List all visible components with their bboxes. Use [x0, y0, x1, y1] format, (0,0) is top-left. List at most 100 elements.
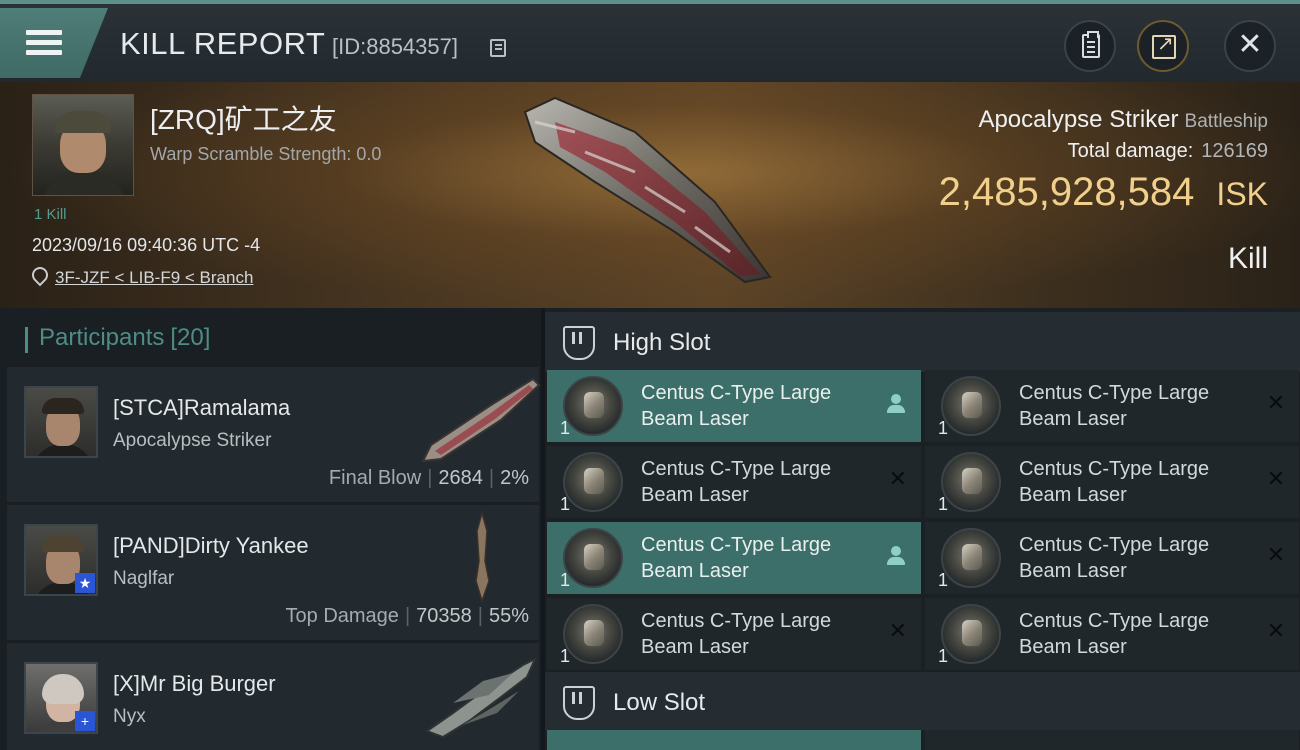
x-icon: ✕ — [1266, 542, 1285, 567]
victim-ship-name: Apocalypse Striker — [978, 106, 1179, 133]
x-icon: ✕ — [1266, 618, 1285, 643]
module-name: Centus C-Type Large Beam Laser — [641, 382, 832, 430]
warp-scramble-strength: Warp Scramble Strength: 0.0 — [150, 144, 382, 164]
participant-row[interactable]: + [X]Mr Big Burger Nyx — [7, 643, 539, 750]
victim-ship[interactable]: Apocalypse Striker Battleship — [978, 106, 1268, 134]
beam-laser-icon — [941, 528, 1001, 588]
participant-damage: 2684 — [438, 467, 483, 489]
victim-name[interactable]: [ZRQ]矿工之友 — [150, 98, 337, 138]
participant-percent: 2% — [500, 467, 529, 489]
clipboard-icon — [1082, 31, 1100, 58]
module-item[interactable]: 1 Centus C-Type Large Beam Laser ✕ — [925, 522, 1299, 594]
low-slot-label: Low Slot — [613, 689, 706, 716]
top-bar: KILL REPORT [ID:8854357] ✕ — [0, 0, 1300, 82]
high-slot-header: High Slot — [545, 312, 1300, 372]
result-label: Kill — [1227, 242, 1268, 275]
participants-panel: Participants [20] [STCA]Ramalama Apocalyp… — [0, 308, 541, 750]
victim-ship-render — [523, 96, 772, 284]
person-icon — [887, 394, 905, 414]
module-item[interactable]: 1 Centus C-Type Large Beam Laser ✕ — [925, 598, 1299, 670]
menu-button[interactable] — [0, 8, 108, 78]
close-button[interactable]: ✕ — [1224, 20, 1276, 72]
avatar: + — [24, 662, 98, 734]
module-item[interactable]: 1 Centus C-Type Large Beam Laser ✕ — [547, 598, 921, 670]
participants-label: Participants — [39, 324, 165, 351]
module-name: Centus C-Type Large Beam Laser — [641, 610, 832, 658]
module-name: Centus C-Type Large Beam Laser — [1019, 534, 1210, 582]
participant-stats: Final Blow | 2684 | 2% — [328, 467, 529, 489]
beam-laser-icon — [941, 376, 1001, 436]
beam-laser-icon — [563, 528, 623, 588]
module-name: Centus C-Type Large Beam Laser — [1019, 382, 1210, 430]
total-damage: Total damage: 126169 — [1068, 140, 1268, 163]
kill-timestamp: 2023/09/16 09:40:36 UTC -4 — [32, 235, 261, 255]
module-item[interactable]: 1 Centus C-Type Large Beam Laser ✕ — [925, 370, 1299, 442]
participant-ship: Nyx — [113, 706, 146, 727]
clipboard-button[interactable] — [1064, 20, 1116, 72]
beam-laser-icon — [941, 452, 1001, 512]
module-quantity: 1 — [938, 570, 949, 590]
participant-stats: Top Damage | 70358 | 55% — [285, 605, 529, 627]
participant-ship-render — [421, 377, 541, 463]
isk-unit: ISK — [1216, 176, 1268, 212]
victim-ship-class: Battleship — [1184, 111, 1268, 132]
module-item[interactable]: 1 Centus C-Type Large Beam Laser ✕ — [547, 446, 921, 518]
participant-role: Final Blow — [328, 467, 422, 489]
module-quantity: 1 — [560, 494, 571, 514]
module-item-partial[interactable] — [547, 730, 921, 750]
victim-banner: [ZRQ]矿工之友 Warp Scramble Strength: 0.0 1 … — [0, 82, 1300, 308]
total-damage-label: Total damage: — [1067, 140, 1194, 162]
x-icon: ✕ — [888, 618, 907, 643]
total-damage-value: 126169 — [1201, 140, 1268, 162]
participant-ship-render — [424, 656, 538, 739]
location-link[interactable]: 3F-JZF < LIB-F9 < Branch — [55, 268, 253, 288]
participant-name: [STCA]Ramalama — [113, 395, 291, 420]
beam-laser-icon — [563, 376, 623, 436]
participant-name: [X]Mr Big Burger — [113, 671, 276, 696]
location-pin-icon — [32, 267, 44, 283]
share-icon — [1152, 31, 1176, 59]
module-name: Centus C-Type Large Beam Laser — [641, 458, 832, 506]
isk-value: 2,485,928,584 ISK — [939, 170, 1268, 215]
participant-ship: Naglfar — [113, 568, 175, 589]
module-item[interactable]: 1 Centus C-Type Large Beam Laser — [547, 522, 921, 594]
beam-laser-icon — [563, 452, 623, 512]
avatar — [24, 386, 98, 458]
module-quantity: 1 — [560, 418, 571, 438]
beam-laser-icon — [941, 604, 1001, 664]
fitting-panel: High Slot 1 Centus C-Type Large Beam Las… — [545, 308, 1300, 750]
page-title: KILL REPORT — [120, 26, 326, 61]
module-quantity: 1 — [938, 646, 949, 666]
copy-icon[interactable] — [490, 39, 506, 57]
report-id: [ID:8854357] — [332, 34, 458, 59]
close-icon: ✕ — [1237, 28, 1263, 61]
share-button[interactable] — [1137, 20, 1189, 72]
x-icon: ✕ — [1266, 466, 1285, 491]
participant-role: Top Damage — [285, 605, 399, 627]
low-slot-icon — [563, 686, 595, 720]
participant-row[interactable]: [STCA]Ramalama Apocalypse Striker Final … — [7, 367, 541, 503]
module-item-partial[interactable] — [925, 730, 1299, 750]
module-name: Centus C-Type Large Beam Laser — [641, 534, 832, 582]
avatar: ★ — [24, 524, 98, 596]
participant-name: [PAND]Dirty Yankee — [113, 533, 309, 558]
participant-percent: 55% — [488, 605, 529, 627]
participant-damage: 70358 — [416, 605, 472, 627]
isk-amount: 2,485,928,584 — [938, 170, 1195, 214]
module-quantity: 1 — [560, 646, 571, 666]
participant-ship: Apocalypse Striker — [113, 430, 272, 451]
x-icon: ✕ — [1266, 390, 1285, 415]
module-item[interactable]: 1 Centus C-Type Large Beam Laser ✕ — [925, 446, 1299, 518]
module-quantity: 1 — [938, 494, 949, 514]
module-item[interactable]: 1 Centus C-Type Large Beam Laser — [547, 370, 921, 442]
person-icon — [887, 546, 905, 566]
participant-row[interactable]: ★ [PAND]Dirty Yankee Naglfar Top Damage |… — [7, 505, 539, 641]
participants-count: [20] — [170, 324, 211, 351]
module-quantity: 1 — [560, 570, 571, 590]
victim-portrait[interactable] — [32, 94, 134, 196]
plus-badge-icon: + — [75, 711, 95, 731]
x-icon: ✕ — [888, 466, 907, 491]
module-name: Centus C-Type Large Beam Laser — [1019, 610, 1210, 658]
high-slot-label: High Slot — [613, 329, 711, 356]
participants-header: Participants [20] — [24, 324, 211, 353]
